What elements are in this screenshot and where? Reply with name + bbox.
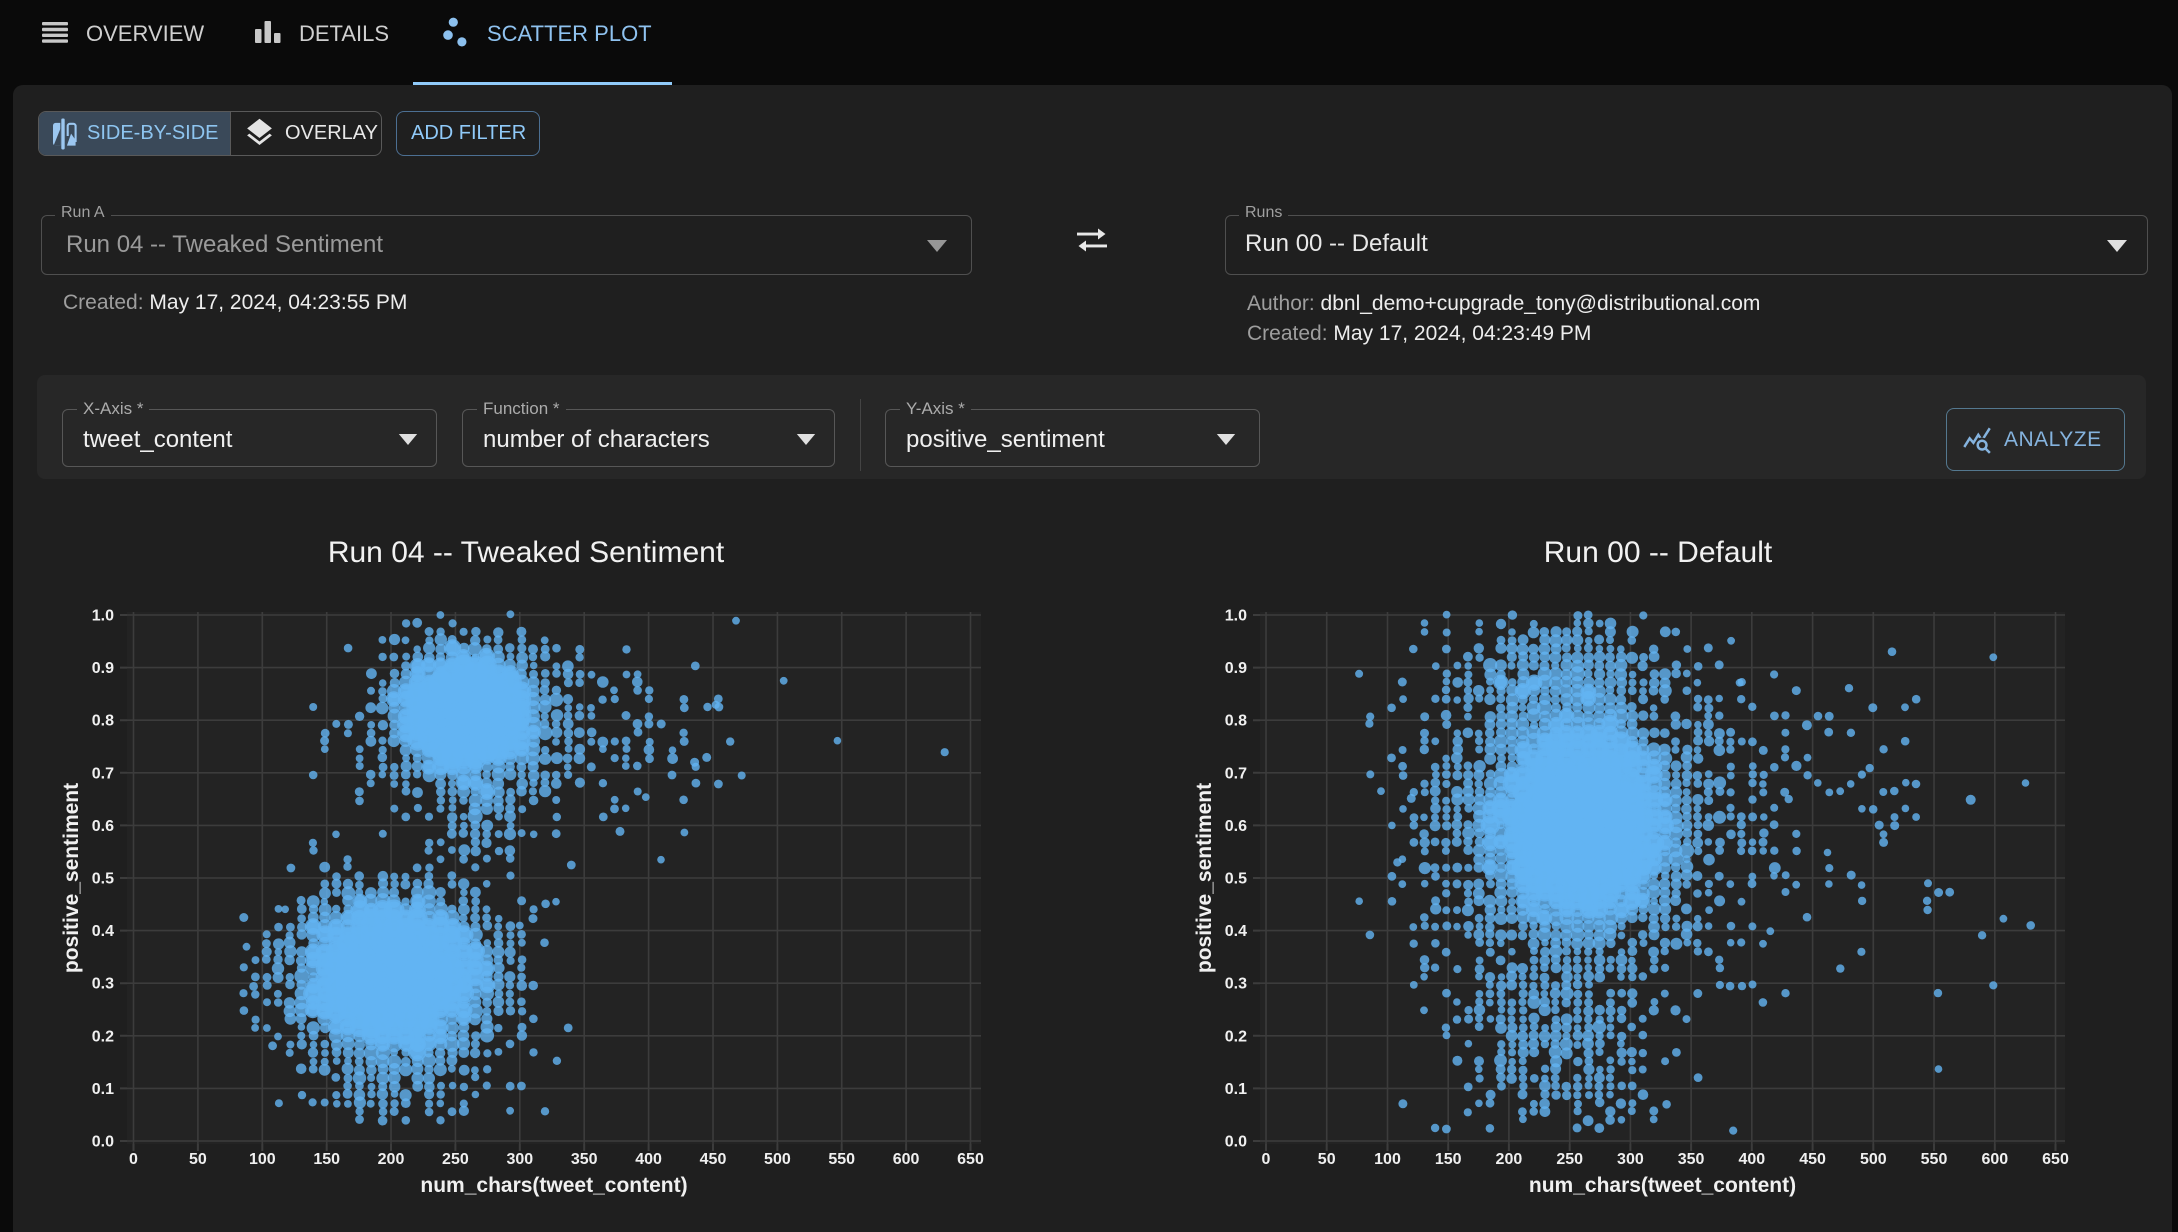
svg-text:50: 50 — [1318, 1151, 1336, 1168]
svg-text:550: 550 — [1921, 1151, 1948, 1168]
svg-text:300: 300 — [506, 1151, 533, 1168]
svg-text:350: 350 — [1678, 1151, 1705, 1168]
svg-text:0.8: 0.8 — [92, 713, 114, 730]
svg-text:100: 100 — [1374, 1151, 1401, 1168]
svg-text:350: 350 — [571, 1151, 598, 1168]
svg-text:0.2: 0.2 — [92, 1028, 114, 1045]
svg-text:0.9: 0.9 — [92, 660, 114, 677]
svg-text:0.5: 0.5 — [92, 871, 114, 888]
svg-text:500: 500 — [1860, 1151, 1887, 1168]
svg-text:0.9: 0.9 — [1225, 660, 1247, 677]
svg-text:1.0: 1.0 — [92, 608, 114, 625]
svg-text:400: 400 — [1738, 1151, 1765, 1168]
svg-text:300: 300 — [1617, 1151, 1644, 1168]
svg-text:num_chars(tweet_content): num_chars(tweet_content) — [1529, 1174, 1796, 1197]
svg-text:400: 400 — [635, 1151, 662, 1168]
svg-text:250: 250 — [442, 1151, 469, 1168]
svg-text:200: 200 — [1496, 1151, 1523, 1168]
svg-text:0.1: 0.1 — [1225, 1081, 1247, 1098]
svg-text:0.1: 0.1 — [92, 1081, 114, 1098]
svg-text:0.3: 0.3 — [92, 976, 114, 993]
svg-text:450: 450 — [700, 1151, 727, 1168]
svg-text:0.0: 0.0 — [92, 1134, 114, 1151]
svg-text:0.7: 0.7 — [1225, 765, 1247, 782]
svg-text:600: 600 — [1981, 1151, 2008, 1168]
svg-text:150: 150 — [1435, 1151, 1462, 1168]
svg-text:0.6: 0.6 — [92, 818, 114, 835]
svg-text:500: 500 — [764, 1151, 791, 1168]
svg-text:650: 650 — [2042, 1151, 2069, 1168]
svg-text:50: 50 — [189, 1151, 207, 1168]
svg-text:550: 550 — [828, 1151, 855, 1168]
svg-text:0.6: 0.6 — [1225, 818, 1247, 835]
svg-text:0.3: 0.3 — [1225, 976, 1247, 993]
svg-text:Run 00 -- Default: Run 00 -- Default — [1544, 536, 1773, 569]
svg-text:0.0: 0.0 — [1225, 1134, 1247, 1151]
svg-text:650: 650 — [957, 1151, 984, 1168]
svg-text:0.7: 0.7 — [92, 765, 114, 782]
svg-text:150: 150 — [313, 1151, 340, 1168]
svg-text:0.4: 0.4 — [92, 923, 114, 940]
svg-text:0.5: 0.5 — [1225, 871, 1247, 888]
svg-text:250: 250 — [1556, 1151, 1583, 1168]
svg-text:positive_sentiment: positive_sentiment — [60, 783, 83, 973]
svg-text:0.2: 0.2 — [1225, 1028, 1247, 1045]
svg-text:450: 450 — [1799, 1151, 1826, 1168]
svg-text:positive_sentiment: positive_sentiment — [1193, 783, 1216, 973]
svg-text:Run 04 -- Tweaked Sentiment: Run 04 -- Tweaked Sentiment — [328, 536, 725, 569]
svg-text:1.0: 1.0 — [1225, 608, 1247, 625]
svg-text:0: 0 — [129, 1151, 138, 1168]
svg-text:600: 600 — [893, 1151, 920, 1168]
svg-text:100: 100 — [249, 1151, 276, 1168]
svg-text:num_chars(tweet_content): num_chars(tweet_content) — [420, 1174, 687, 1197]
svg-text:0.4: 0.4 — [1225, 923, 1247, 940]
svg-text:200: 200 — [378, 1151, 405, 1168]
svg-text:0: 0 — [1262, 1151, 1271, 1168]
svg-text:0.8: 0.8 — [1225, 713, 1247, 730]
